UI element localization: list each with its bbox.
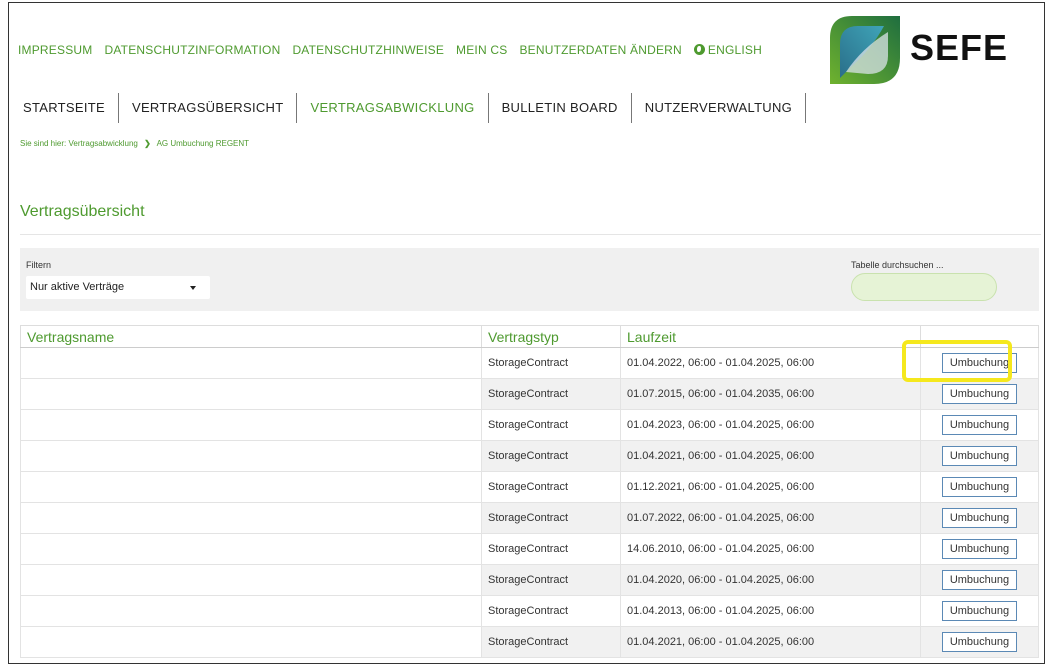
cell-action: Umbuchung xyxy=(920,409,1039,441)
cell-vertragstyp: StorageContract xyxy=(481,409,621,441)
table-header-row: Vertragsname Vertragstyp Laufzeit xyxy=(20,325,1039,348)
cell-vertragstyp: StorageContract xyxy=(481,378,621,410)
cell-laufzeit: 01.04.2021, 06:00 - 01.04.2025, 06:00 xyxy=(620,626,921,658)
table-body: StorageContract 01.04.2022, 06:00 - 01.04… xyxy=(20,347,1039,658)
cell-vertragstyp: StorageContract xyxy=(481,564,621,596)
cell-action: Umbuchung xyxy=(920,502,1039,534)
breadcrumb-lead: Sie sind hier: xyxy=(20,139,67,148)
search-label: Tabelle durchsuchen ... xyxy=(851,260,944,270)
nav-vertragsuebersicht[interactable]: VERTRAGSÜBERSICHT xyxy=(119,93,298,123)
cell-action: Umbuchung xyxy=(920,347,1039,379)
umbuchung-button[interactable]: Umbuchung xyxy=(941,353,1018,373)
cell-vertragsname xyxy=(20,533,482,565)
umbuchung-button[interactable]: Umbuchung xyxy=(941,539,1018,559)
filter-panel: Filtern Nur aktive Verträge Tabelle durc… xyxy=(20,248,1039,311)
cell-vertragsname xyxy=(20,409,482,441)
cell-vertragstyp: StorageContract xyxy=(481,347,621,379)
cell-action: Umbuchung xyxy=(920,595,1039,627)
umbuchung-button[interactable]: Umbuchung xyxy=(941,446,1018,466)
cell-action: Umbuchung xyxy=(920,626,1039,658)
cell-laufzeit: 01.12.2021, 06:00 - 01.04.2025, 06:00 xyxy=(620,471,921,503)
link-impressum[interactable]: IMPRESSUM xyxy=(18,43,92,57)
contracts-table: Vertragsname Vertragstyp Laufzeit Storag… xyxy=(20,325,1039,658)
table-row: StorageContract 01.04.2020, 06:00 - 01.04… xyxy=(20,564,1039,596)
breadcrumb: Sie sind hier: Vertragsabwicklung ❯ AG U… xyxy=(20,139,249,148)
caret-down-icon xyxy=(190,286,196,290)
table-search-input[interactable] xyxy=(851,273,997,301)
title-divider xyxy=(20,234,1041,235)
table-row: StorageContract 01.04.2023, 06:00 - 01.04… xyxy=(20,409,1039,441)
umbuchung-button[interactable]: Umbuchung xyxy=(941,477,1018,497)
nav-vertragsabwicklung[interactable]: VERTRAGSABWICKLUNG xyxy=(297,93,489,123)
umbuchung-button[interactable]: Umbuchung xyxy=(941,415,1018,435)
cell-vertragsname xyxy=(20,440,482,472)
breadcrumb-current: AG Umbuchung REGENT xyxy=(156,139,250,148)
table-row: StorageContract 14.06.2010, 06:00 - 01.04… xyxy=(20,533,1039,565)
main-nav: STARTSEITE VERTRAGSÜBERSICHT VERTRAGSABW… xyxy=(10,93,807,123)
nav-bulletin-board[interactable]: BULLETIN BOARD xyxy=(489,93,632,123)
logo-text: SEFE xyxy=(910,27,1009,68)
cell-laufzeit: 01.04.2022, 06:00 - 01.04.2025, 06:00 xyxy=(620,347,921,379)
cell-vertragstyp: StorageContract xyxy=(481,595,621,627)
table-row: StorageContract 01.07.2015, 06:00 - 01.04… xyxy=(20,378,1039,410)
header-laufzeit[interactable]: Laufzeit xyxy=(620,325,921,348)
umbuchung-button[interactable]: Umbuchung xyxy=(941,601,1018,621)
cell-vertragsname xyxy=(20,471,482,503)
header-vertragstyp[interactable]: Vertragstyp xyxy=(481,325,621,348)
cell-action: Umbuchung xyxy=(920,533,1039,565)
cell-action: Umbuchung xyxy=(920,378,1039,410)
cell-laufzeit: 01.04.2013, 06:00 - 01.04.2025, 06:00 xyxy=(620,595,921,627)
cell-vertragsname xyxy=(20,626,482,658)
umbuchung-button[interactable]: Umbuchung xyxy=(941,570,1018,590)
cell-vertragsname xyxy=(20,595,482,627)
link-benutzerdaten-aendern[interactable]: BENUTZERDATEN ÄNDERN xyxy=(519,43,681,57)
cell-laufzeit: 01.04.2023, 06:00 - 01.04.2025, 06:00 xyxy=(620,409,921,441)
umbuchung-button[interactable]: Umbuchung xyxy=(941,508,1018,528)
link-datenschutzinformation[interactable]: DATENSCHUTZINFORMATION xyxy=(104,43,280,57)
table-row: StorageContract 01.04.2021, 06:00 - 01.04… xyxy=(20,440,1039,472)
cell-laufzeit: 01.04.2020, 06:00 - 01.04.2025, 06:00 xyxy=(620,564,921,596)
top-links: IMPRESSUM DATENSCHUTZINFORMATION DATENSC… xyxy=(18,43,762,57)
nav-startseite[interactable]: STARTSEITE xyxy=(10,93,119,123)
cell-action: Umbuchung xyxy=(920,564,1039,596)
cell-vertragstyp: StorageContract xyxy=(481,626,621,658)
cell-action: Umbuchung xyxy=(920,440,1039,472)
cell-action: Umbuchung xyxy=(920,471,1039,503)
cell-vertragstyp: StorageContract xyxy=(481,440,621,472)
cell-laufzeit: 01.07.2022, 06:00 - 01.04.2025, 06:00 xyxy=(620,502,921,534)
cell-vertragstyp: StorageContract xyxy=(481,471,621,503)
link-mein-cs[interactable]: MEIN CS xyxy=(456,43,507,57)
table-row: StorageContract 01.04.2013, 06:00 - 01.04… xyxy=(20,595,1039,627)
filter-select[interactable]: Nur aktive Verträge xyxy=(26,276,210,299)
header-vertragsname[interactable]: Vertragsname xyxy=(20,325,482,348)
cell-vertragstyp: StorageContract xyxy=(481,533,621,565)
cell-vertragsname xyxy=(20,378,482,410)
breadcrumb-vertragsabwicklung[interactable]: Vertragsabwicklung xyxy=(68,139,137,148)
cell-laufzeit: 01.07.2015, 06:00 - 01.04.2035, 06:00 xyxy=(620,378,921,410)
table-row: StorageContract 01.07.2022, 06:00 - 01.04… xyxy=(20,502,1039,534)
cell-laufzeit: 01.04.2021, 06:00 - 01.04.2025, 06:00 xyxy=(620,440,921,472)
globe-icon xyxy=(693,44,705,55)
link-english-label: ENGLISH xyxy=(707,43,762,57)
cell-vertragstyp: StorageContract xyxy=(481,502,621,534)
umbuchung-button[interactable]: Umbuchung xyxy=(941,632,1018,652)
header-actions xyxy=(920,325,1039,348)
filter-selected-value: Nur aktive Verträge xyxy=(30,281,125,293)
page-title: Vertragsübersicht xyxy=(20,203,145,220)
cell-laufzeit: 14.06.2010, 06:00 - 01.04.2025, 06:00 xyxy=(620,533,921,565)
table-row: StorageContract 01.04.2021, 06:00 - 01.04… xyxy=(20,626,1039,658)
table-row: StorageContract 01.04.2022, 06:00 - 01.04… xyxy=(20,347,1039,379)
link-datenschutzhinweise[interactable]: DATENSCHUTZHINWEISE xyxy=(292,43,444,57)
cell-vertragsname xyxy=(20,564,482,596)
table-row: StorageContract 01.12.2021, 06:00 - 01.04… xyxy=(20,471,1039,503)
chevron-right-icon: ❯ xyxy=(144,139,151,148)
cell-vertragsname xyxy=(20,502,482,534)
nav-nutzerverwaltung[interactable]: NUTZERVERWALTUNG xyxy=(632,93,807,123)
cell-vertragsname xyxy=(20,347,482,379)
filter-label: Filtern xyxy=(26,260,52,270)
link-english[interactable]: ENGLISH xyxy=(693,43,762,57)
umbuchung-button[interactable]: Umbuchung xyxy=(941,384,1018,404)
